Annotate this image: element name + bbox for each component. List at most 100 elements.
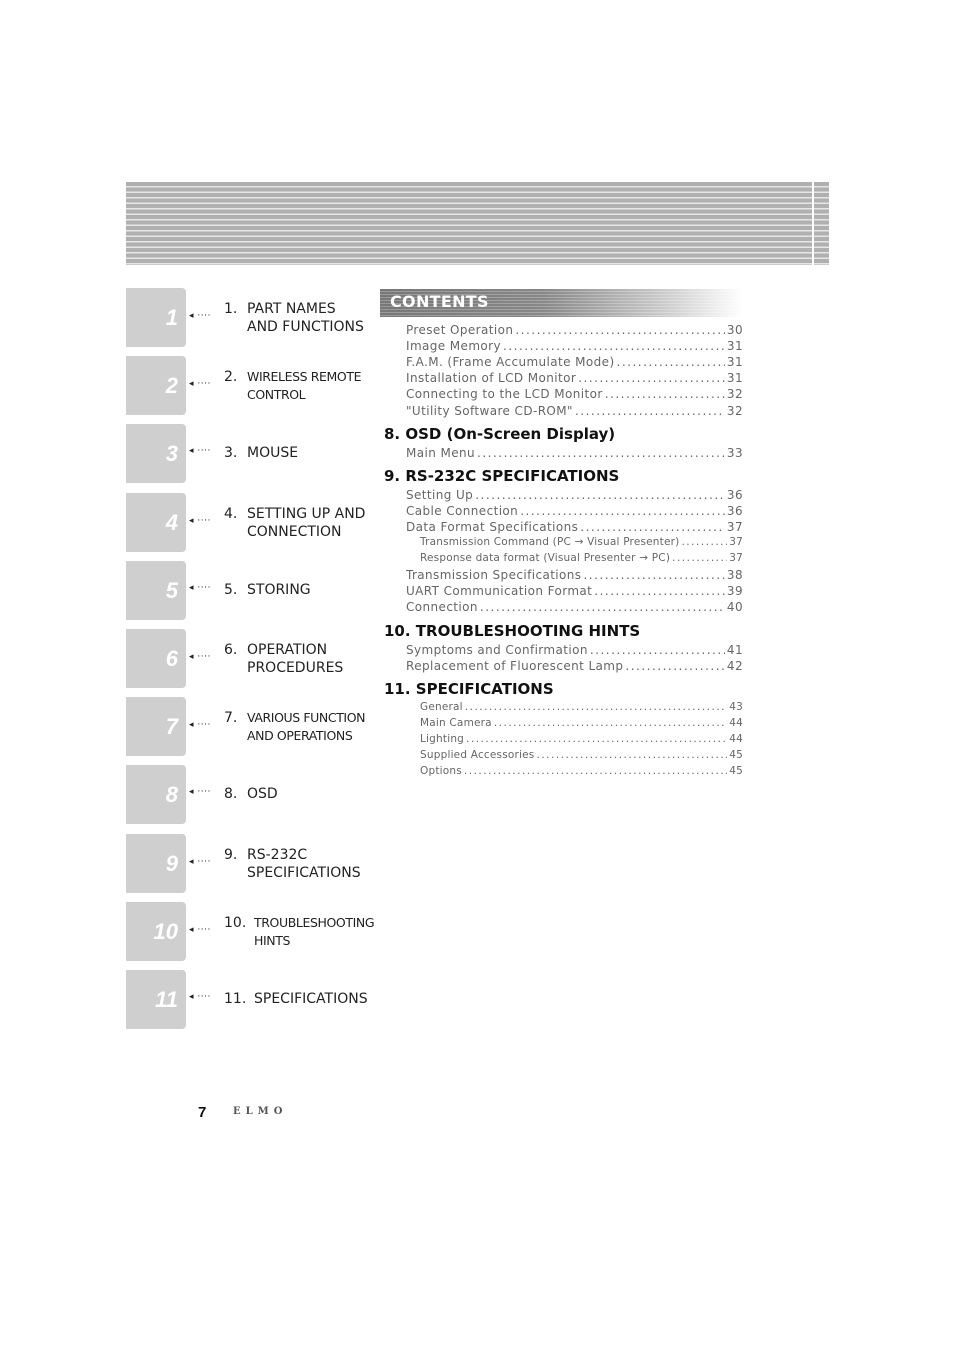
toc-entry[interactable]: UART Communication Format 39 [406,584,743,600]
chapter-title: TROUBLESHOOTING HINTS [254,915,375,948]
toc-entry-page: 41 [726,642,743,657]
toc-entry-label: Transmission Specifications [406,568,582,583]
toc-entry[interactable]: Installation of LCD Monitor 31 [406,371,743,387]
pointer-arrow-icon: ◂ ···· [189,583,211,593]
chapter-tab-5[interactable]: 5 [126,561,186,620]
chapter-number: 8. [224,786,238,802]
chapter-tab-number: 11 [155,986,178,1012]
chapter-number: 4. [224,506,238,522]
toc-entry[interactable]: Response data format (Visual Presenter →… [420,552,743,568]
chapter-title: SETTING UP AND CONNECTION [247,506,366,540]
chapter-number: 11. [224,991,247,1007]
toc-section-heading[interactable]: 10. TROUBLESHOOTING HINTS [384,622,640,640]
toc-entry[interactable]: Cable Connection 36 [406,504,743,520]
chapter-number: 3. [224,445,238,461]
toc-entry-page: 43 [729,700,743,713]
chapter-number: 10. [224,915,247,931]
pointer-arrow-icon: ◂ ···· [189,787,211,797]
pointer-arrow-icon: ◂ ···· [189,379,211,389]
leader-dots [480,600,725,614]
chapter-title: SPECIFICATIONS [254,991,368,1007]
chapter-tab-3[interactable]: 3 [126,424,186,483]
pointer-arrow-icon: ◂ ···· [189,992,211,1002]
leader-dots [475,488,725,502]
toc-entry-label: Main Camera [420,716,492,729]
toc-entry-page: 44 [729,716,743,729]
chapter-number: 5. [224,582,238,598]
chapter-tab-11[interactable]: 11 [126,970,186,1029]
leader-dots [578,371,725,385]
toc-entry-label: Installation of LCD Monitor [406,371,577,386]
chapter-tab-1[interactable]: 1 [126,288,186,347]
toc-entry[interactable]: Main Menu 33 [406,446,743,462]
chapter-tab-number: 10 [153,918,178,944]
toc-entry-page: 37 [729,552,743,565]
toc-entry-page: 30 [726,323,743,337]
chapter-tab-10[interactable]: 10 [126,902,186,961]
toc-entry[interactable]: Setting Up 36 [406,488,743,504]
toc-entry-label: F.A.M. (Frame Accumulate Mode) [406,355,615,370]
toc-entry[interactable]: Transmission Specifications 38 [406,568,743,584]
toc-entry-label: UART Communication Format [406,584,593,599]
toc-entry-label: Options [420,765,462,778]
toc-entry[interactable]: Connecting to the LCD Monitor 32 [406,387,743,403]
toc-entry[interactable]: "Utility Software CD-ROM" 32 [406,404,743,420]
toc-entry-label: General [420,700,463,713]
toc-entry-page: 32 [726,403,743,418]
toc-entry-label: Supplied Accessories [420,749,535,761]
toc-entry-label: Connection [406,600,478,615]
chapter-number: 7. [224,710,238,726]
toc-entry-page: 39 [726,584,743,599]
chapter-tab-6[interactable]: 6 [126,629,186,688]
chapter-tab-2[interactable]: 2 [126,356,186,415]
chapter-tab-number: 4 [165,509,178,535]
chapter-tab-7[interactable]: 7 [126,697,186,756]
toc-entry[interactable]: Main Camera 44 [420,717,743,733]
chapter-title: STORING [247,582,311,598]
chapter-number: 1. [224,301,238,317]
toc-entry-label: Main Menu [406,445,476,460]
toc-entry[interactable]: Replacement of Fluorescent Lamp 42 [406,659,743,675]
toc-entry[interactable]: Data Format Specifications 37 [406,520,743,536]
toc-section-heading[interactable]: 9. RS-232C SPECIFICATIONS [384,467,619,485]
toc-section-heading[interactable]: 8. OSD (On-Screen Display) [384,425,615,443]
toc-entry-label: "Utility Software CD-ROM" [406,403,573,418]
toc-entry-label: Symptoms and Confirmation [406,642,588,657]
toc-entry-page: 37 [729,536,743,548]
leader-dots [536,749,727,761]
toc-entry[interactable]: Transmission Command (PC → Visual Presen… [420,536,743,552]
chapter-tab-8[interactable]: 8 [126,765,186,824]
pointer-arrow-icon: ◂ ···· [189,925,211,935]
chapter-title: PART NAMES AND FUNCTIONS [247,301,364,335]
pointer-arrow-icon: ◂ ···· [189,720,211,730]
toc-entry-page: 37 [726,519,743,534]
header-stripe-banner [126,182,829,265]
toc-entry[interactable]: F.A.M. (Frame Accumulate Mode) 31 [406,355,743,371]
toc-entry[interactable]: Supplied Accessories 45 [420,749,743,765]
toc-entry[interactable]: Image Memory 31 [406,339,743,355]
toc-entry-page: 36 [726,503,743,518]
chapter-tab-4[interactable]: 4 [126,493,186,552]
toc-entry[interactable]: Preset Operation 30 [406,323,743,339]
chapter-tab-number: 8 [165,781,178,807]
chapter-tab-9[interactable]: 9 [126,834,186,893]
toc-entry[interactable]: Lighting 44 [420,733,743,749]
toc-entry[interactable]: Connection 40 [406,600,743,616]
toc-entry-label: Setting Up [406,487,474,502]
pointer-arrow-icon: ◂ ···· [189,516,211,526]
leader-dots [575,404,725,418]
toc-entry-page: 44 [729,732,743,745]
toc-entry-label: Replacement of Fluorescent Lamp [406,658,624,673]
pointer-arrow-icon: ◂ ···· [189,311,211,321]
toc-section-heading[interactable]: 11. SPECIFICATIONS [384,680,554,698]
toc-entry-page: 38 [726,568,743,583]
toc-entry-label: Image Memory [406,339,501,354]
toc-entry[interactable]: General 43 [420,701,743,717]
leader-dots [477,446,725,460]
leader-dots [625,659,725,673]
leader-dots [466,733,727,745]
chapter-tab-number: 9 [165,850,178,876]
toc-entry-page: 31 [726,339,743,354]
toc-entry[interactable]: Symptoms and Confirmation 41 [406,643,743,659]
toc-entry[interactable]: Options 45 [420,765,743,781]
